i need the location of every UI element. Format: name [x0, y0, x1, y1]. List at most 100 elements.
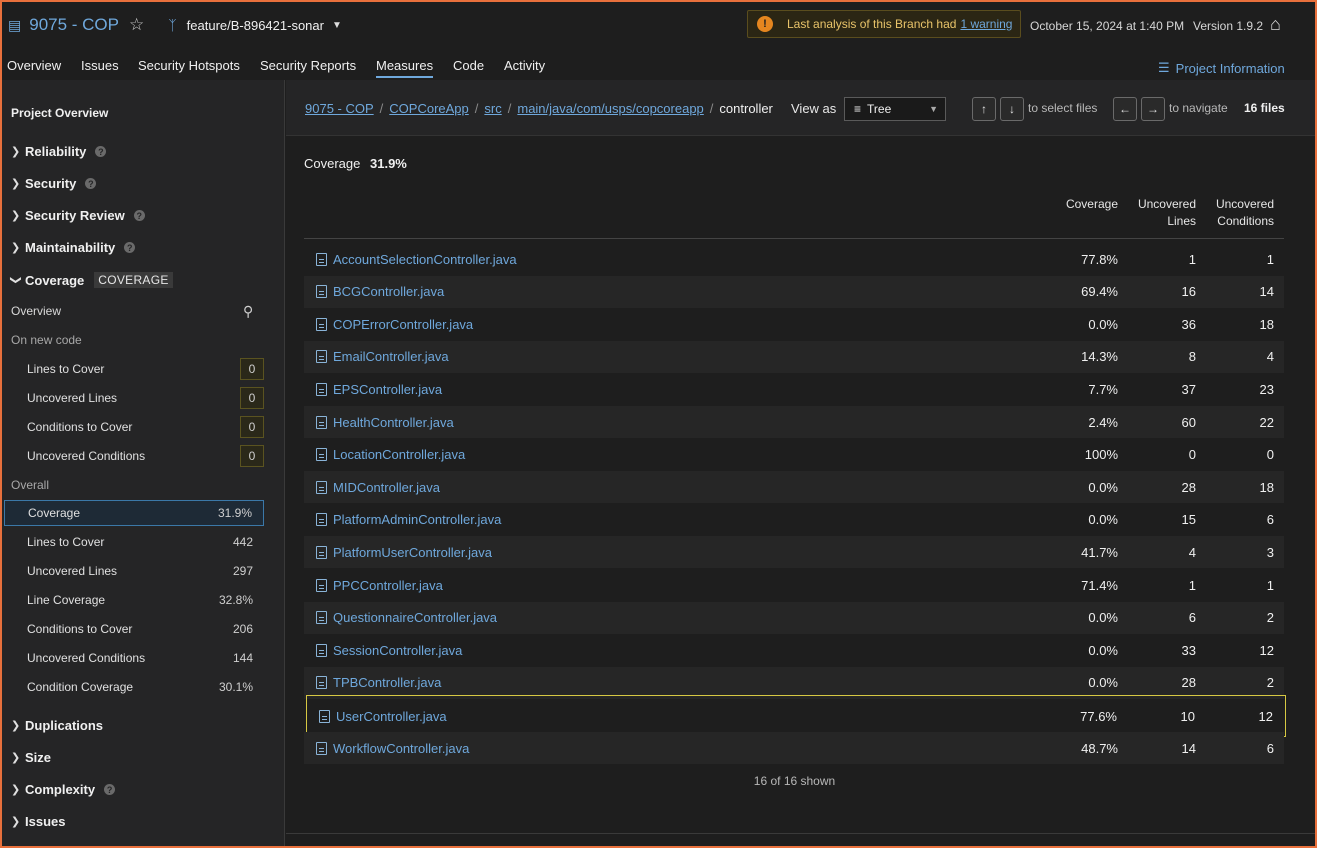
- coverage-tag: COVERAGE: [94, 272, 173, 288]
- sidebar-section-issues[interactable]: ❯ Issues: [11, 814, 65, 829]
- file-name-link[interactable]: PlatformUserController.java: [333, 545, 492, 560]
- coverage-overview-link[interactable]: Overview: [11, 304, 61, 318]
- help-icon[interactable]: ?: [95, 146, 107, 157]
- table-row[interactable]: SessionController.java 0.0% 33 12: [304, 634, 1284, 666]
- file-name-link[interactable]: TPBController.java: [333, 675, 441, 690]
- table-row[interactable]: PlatformAdminController.java 0.0% 15 6: [304, 504, 1284, 536]
- metric-line-coverage[interactable]: Line Coverage 32.8%: [4, 587, 264, 613]
- sidebar-section-security[interactable]: ❯ Security ?: [11, 176, 97, 191]
- tab-activity[interactable]: Activity: [504, 58, 545, 73]
- help-icon[interactable]: ?: [85, 178, 97, 189]
- tab-measures[interactable]: Measures: [376, 58, 434, 78]
- breadcrumb-src[interactable]: src: [484, 101, 501, 116]
- column-header-uncovered-conditions[interactable]: Uncovered Conditions: [1216, 196, 1274, 230]
- metric-condition-coverage[interactable]: Condition Coverage 30.1%: [4, 674, 264, 700]
- bubble-chart-icon[interactable]: ⚲: [243, 303, 253, 320]
- sidebar-section-complexity[interactable]: ❯ Complexity ?: [11, 782, 116, 797]
- table-row[interactable]: BCGController.java 69.4% 16 14: [304, 275, 1284, 308]
- table-row[interactable]: PPCController.java 71.4% 1 1: [304, 569, 1284, 601]
- metric-uncovered-lines[interactable]: Uncovered Lines 297: [4, 558, 264, 584]
- breadcrumb-separator: /: [709, 101, 714, 116]
- tab-issues[interactable]: Issues: [81, 58, 119, 73]
- sidebar-section-duplications[interactable]: ❯ Duplications: [11, 718, 103, 733]
- sidebar-section-reliability[interactable]: ❯ Reliability ?: [11, 144, 107, 159]
- list-icon: ☰: [1158, 60, 1170, 75]
- file-name-link[interactable]: AccountSelectionController.java: [333, 252, 517, 267]
- table-row[interactable]: PlatformUserController.java 41.7% 4 3: [304, 536, 1284, 569]
- metric-new-uncovered-conditions[interactable]: Uncovered Conditions 0: [4, 443, 264, 469]
- warning-link[interactable]: 1 warning: [960, 17, 1012, 31]
- metric-value: 0: [240, 387, 264, 409]
- project-selector[interactable]: ▤ 9075 - COP: [8, 15, 119, 35]
- file-icon: [316, 545, 327, 559]
- file-name-link[interactable]: UserController.java: [336, 709, 447, 724]
- help-icon[interactable]: ?: [104, 784, 116, 795]
- table-row[interactable]: TPBController.java 0.0% 28 2: [304, 666, 1284, 699]
- metric-label: Conditions to Cover: [27, 420, 133, 434]
- file-name-link[interactable]: PPCController.java: [333, 578, 443, 593]
- cell-conditions: 18: [1259, 479, 1274, 495]
- chevron-right-icon: ❯: [11, 146, 21, 158]
- file-name-link[interactable]: MIDController.java: [333, 480, 440, 495]
- table-row[interactable]: MIDController.java 0.0% 28 18: [304, 471, 1284, 504]
- chevron-down-icon: ▼: [929, 104, 938, 114]
- metric-new-uncovered-lines[interactable]: Uncovered Lines 0: [4, 385, 264, 411]
- cell-conditions: 2: [1266, 675, 1274, 691]
- table-row[interactable]: EPSController.java 7.7% 37 23: [304, 373, 1284, 405]
- metric-new-conditions-to-cover[interactable]: Conditions to Cover 0: [4, 414, 264, 440]
- chevron-right-icon: ❯: [11, 784, 21, 796]
- table-row[interactable]: EmailController.java 14.3% 8 4: [304, 340, 1284, 373]
- table-row[interactable]: QuestionnaireController.java 0.0% 6 2: [304, 601, 1284, 634]
- column-header-uncovered-lines[interactable]: Uncovered Lines: [1138, 196, 1196, 230]
- tab-security-reports[interactable]: Security Reports: [260, 58, 356, 73]
- cell-coverage: 2.4%: [1088, 414, 1118, 430]
- sidebar-section-size[interactable]: ❯ Size: [11, 750, 51, 765]
- table-row[interactable]: AccountSelectionController.java 77.8% 1 1: [304, 243, 1284, 275]
- table-row[interactable]: HealthController.java 2.4% 60 22: [304, 406, 1284, 438]
- table-row[interactable]: COPErrorController.java 0.0% 36 18: [304, 308, 1284, 340]
- file-name-link[interactable]: SessionController.java: [333, 643, 462, 658]
- sidebar-section-maintainability[interactable]: ❯ Maintainability ?: [11, 240, 136, 255]
- cell-conditions: 18: [1259, 316, 1274, 332]
- table-row[interactable]: LocationController.java 100% 0 0: [304, 439, 1284, 471]
- metric-lines-to-cover[interactable]: Lines to Cover 442: [4, 529, 264, 555]
- file-name-link[interactable]: EPSController.java: [333, 382, 442, 397]
- coverage-summary-value: 31.9%: [370, 156, 407, 171]
- metric-conditions-to-cover[interactable]: Conditions to Cover 206: [4, 616, 264, 642]
- breadcrumb-module[interactable]: COPCoreApp: [389, 101, 468, 116]
- metric-coverage[interactable]: Coverage 31.9%: [4, 500, 264, 526]
- file-name-link[interactable]: QuestionnaireController.java: [333, 610, 497, 625]
- file-name-link[interactable]: WorkflowController.java: [333, 741, 469, 756]
- project-name[interactable]: 9075 - COP: [29, 15, 119, 35]
- tab-overview[interactable]: Overview: [7, 58, 61, 73]
- cell-conditions: 14: [1259, 284, 1274, 300]
- tab-security-hotspots[interactable]: Security Hotspots: [138, 58, 240, 73]
- tab-code[interactable]: Code: [453, 58, 484, 73]
- chevron-right-icon: ❯: [11, 816, 21, 828]
- metric-uncovered-conditions[interactable]: Uncovered Conditions 144: [4, 645, 264, 671]
- metric-new-lines-to-cover[interactable]: Lines to Cover 0: [4, 356, 264, 382]
- file-name-link[interactable]: HealthController.java: [333, 415, 454, 430]
- cell-lines: 6: [1188, 610, 1196, 626]
- file-name-link[interactable]: EmailController.java: [333, 349, 449, 364]
- branch-selector[interactable]: ᛉ feature/B-896421-sonar ▼: [168, 17, 342, 33]
- view-as-select[interactable]: ≡ Tree ▼: [844, 97, 946, 121]
- sidebar-section-security-review[interactable]: ❯ Security Review ?: [11, 208, 145, 223]
- file-icon: [316, 285, 327, 299]
- favorite-star-icon[interactable]: ☆: [129, 15, 144, 35]
- home-icon[interactable]: ⌂: [1270, 14, 1281, 35]
- project-information-link[interactable]: ☰ Project Information: [1158, 60, 1285, 76]
- breadcrumb-separator: /: [379, 101, 384, 116]
- sidebar-section-coverage[interactable]: ❯ Coverage COVERAGE: [10, 272, 173, 288]
- column-header-coverage[interactable]: Coverage: [1066, 196, 1118, 213]
- file-name-link[interactable]: BCGController.java: [333, 284, 444, 299]
- help-icon[interactable]: ?: [133, 210, 145, 221]
- breadcrumb-package[interactable]: main/java/com/usps/copcoreapp: [517, 101, 703, 116]
- breadcrumb-project[interactable]: 9075 - COP: [305, 101, 374, 116]
- help-icon[interactable]: ?: [124, 242, 136, 253]
- file-name-link[interactable]: COPErrorController.java: [333, 317, 473, 332]
- table-row[interactable]: WorkflowController.java 48.7% 14 6: [304, 732, 1284, 764]
- file-name-link[interactable]: LocationController.java: [333, 447, 465, 462]
- file-name-link[interactable]: PlatformAdminController.java: [333, 512, 501, 527]
- new-code-heading: On new code: [11, 333, 82, 347]
